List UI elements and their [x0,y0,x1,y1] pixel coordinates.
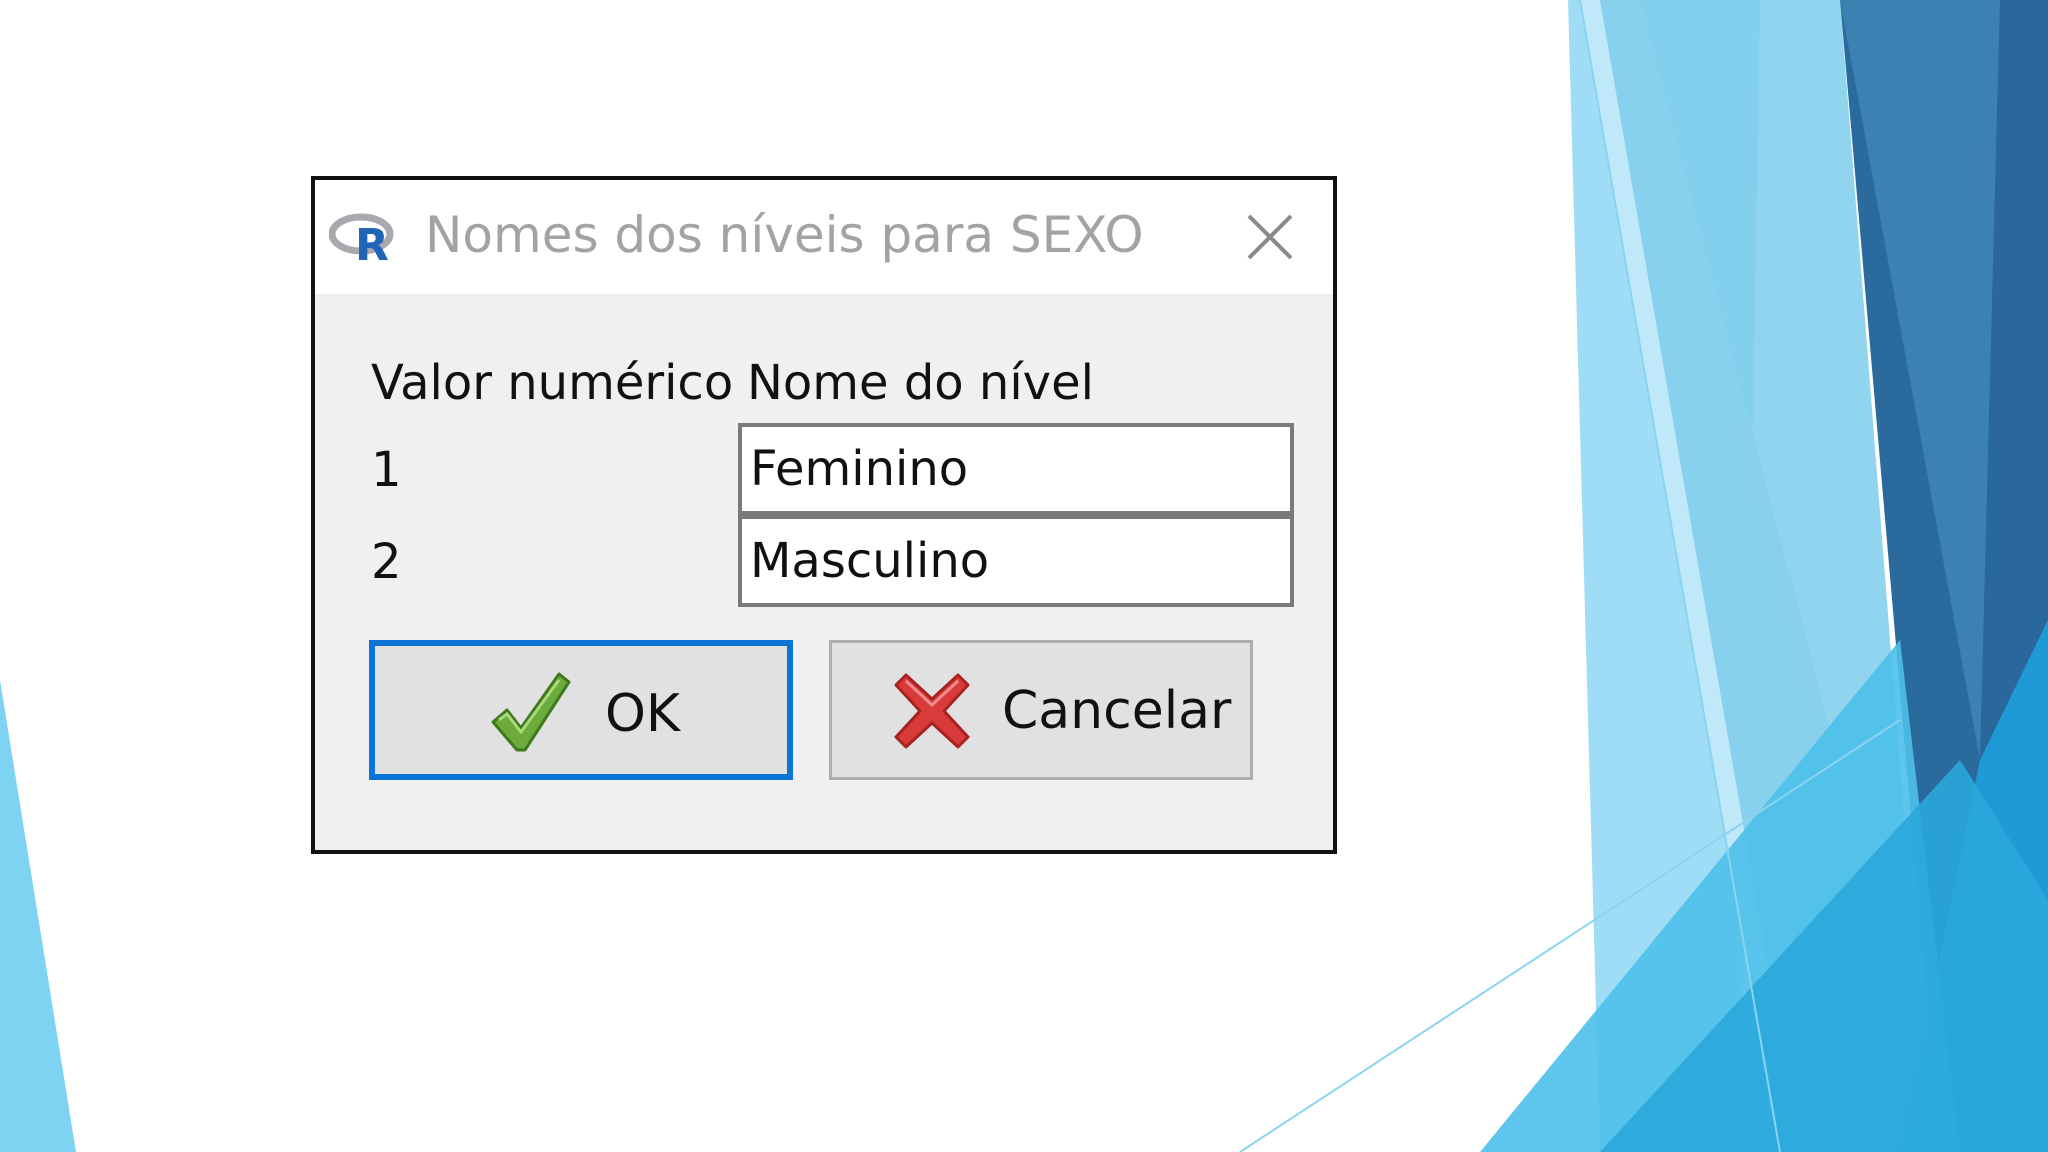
dialog-titlebar: R Nomes dos níveis para SEXO [315,180,1333,294]
level-name-input-1[interactable] [738,423,1294,515]
r-logo-icon: R [329,213,394,264]
name-column-header: Nome do nível [747,355,1094,411]
slide-background: R Nomes dos níveis para SEXO Valor numér… [0,0,2048,1152]
checkmark-icon [491,672,571,752]
dialog-title: Nomes dos níveis para SEXO [425,206,1144,264]
value-column-header: Valor numérico [371,355,734,411]
ok-button-label: OK [605,684,681,744]
ok-button[interactable]: OK [369,640,793,780]
svg-text:R: R [355,220,389,264]
cancel-button-label: Cancelar [1002,681,1232,741]
level-value-2: 2 [371,534,402,590]
level-name-input-2[interactable] [738,515,1294,607]
levels-dialog: R Nomes dos níveis para SEXO Valor numér… [311,176,1337,854]
close-icon[interactable] [1243,210,1297,264]
red-x-icon [894,673,970,749]
cancel-button[interactable]: Cancelar [829,640,1253,780]
level-value-1: 1 [371,442,402,498]
